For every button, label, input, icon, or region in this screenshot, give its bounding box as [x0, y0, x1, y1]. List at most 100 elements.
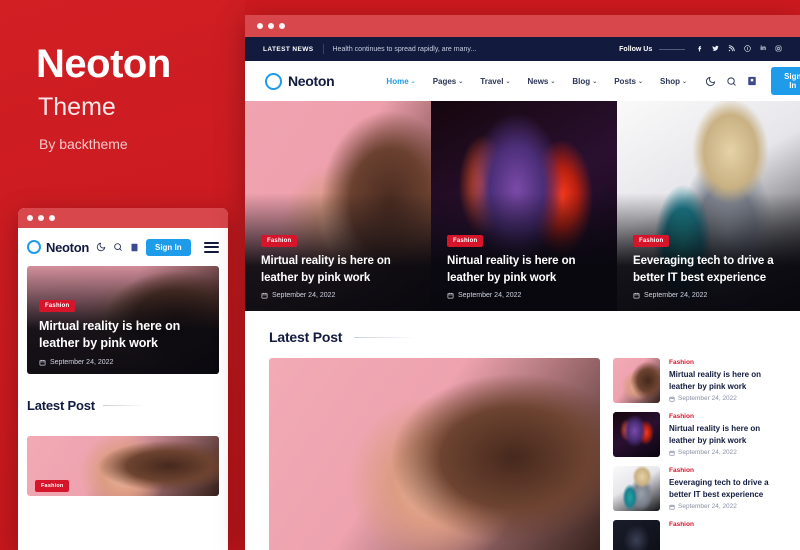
nav-item-posts-label: Posts: [614, 76, 637, 86]
window-dot-maximize[interactable]: [49, 215, 55, 221]
news-ticker-text[interactable]: Health continues to spread rapidly, are …: [333, 46, 477, 53]
topbar-divider: [322, 44, 324, 54]
window-dot-minimize[interactable]: [38, 215, 44, 221]
mobile-latest-tag[interactable]: Fashion: [35, 480, 70, 492]
search-icon[interactable]: [726, 76, 737, 87]
list-item-meta: Fashion Mirtual reality is here on leath…: [669, 358, 780, 402]
window-dot-close[interactable]: [257, 23, 263, 29]
signin-button[interactable]: Sign In: [771, 67, 800, 95]
neoton-ring-icon: [27, 240, 41, 254]
hero-card-2-tag[interactable]: Fashion: [447, 235, 484, 248]
mobile-hero-title[interactable]: Mirtual reality is here on leather by pi…: [39, 318, 209, 354]
list-item-photo: [613, 358, 660, 403]
neoton-ring-icon: [265, 72, 282, 90]
hero-card-3-tag[interactable]: Fashion: [633, 235, 670, 248]
linkedin-icon[interactable]: in: [760, 45, 766, 53]
latest-post-heading: Latest Post: [245, 311, 800, 345]
desktop-logo-text: Neoton: [288, 73, 335, 89]
window-dot-maximize[interactable]: [279, 23, 285, 29]
pinterest-icon[interactable]: [744, 44, 751, 54]
desktop-logo[interactable]: Neoton: [265, 72, 335, 90]
list-item[interactable]: Fashion: [613, 520, 780, 550]
list-item-category[interactable]: Fashion: [669, 521, 780, 528]
nav-item-travel[interactable]: Travel ⌄: [480, 77, 510, 86]
mobile-logo[interactable]: Neoton: [27, 240, 89, 255]
list-item-meta: Fashion: [669, 520, 780, 531]
hero-card-3-body: Fashion Eeveraging tech to drive a bette…: [633, 229, 786, 299]
instagram-icon[interactable]: [775, 45, 782, 54]
list-item-thumbnail: [613, 412, 660, 457]
hero-card-1-tag[interactable]: Fashion: [261, 235, 298, 248]
nav-item-news[interactable]: News ⌄: [527, 77, 555, 86]
latest-post-featured-image[interactable]: [269, 358, 600, 550]
hero-card-1-body: Fashion Mirtual reality is here on leath…: [261, 229, 417, 299]
nav-item-posts[interactable]: Posts ⌄: [614, 77, 643, 86]
featured-photo: [269, 358, 600, 550]
list-item-meta: Fashion Nirtual reality is here on leath…: [669, 412, 780, 456]
promo-title: Neoton: [36, 42, 171, 86]
hero-card-2-date-text: September 24, 2022: [458, 292, 522, 299]
promo-subtitle: Theme: [38, 93, 116, 121]
mobile-latest-thumb[interactable]: Fashion: [27, 436, 219, 496]
bookmark-icon[interactable]: [130, 243, 139, 252]
desktop-navbar: Neoton Home ⌄ Pages ⌄ Travel ⌄ News ⌄ Bl…: [245, 61, 800, 101]
hero-card-2-title[interactable]: Nirtual reality is here on leather by pi…: [447, 253, 603, 286]
window-dot-close[interactable]: [27, 215, 33, 221]
nav-item-pages-label: Pages: [432, 76, 457, 86]
hero-card-1-date: September 24, 2022: [261, 292, 417, 299]
topbar-right: Follow Us in: [619, 44, 782, 54]
rss-icon[interactable]: [728, 44, 735, 54]
dark-mode-icon[interactable]: [96, 242, 106, 252]
list-item[interactable]: Fashion Mirtual reality is here on leath…: [613, 358, 780, 403]
bookmark-icon[interactable]: [747, 76, 757, 86]
hero-card-1[interactable]: Fashion Mirtual reality is here on leath…: [245, 101, 431, 311]
list-item-category[interactable]: Fashion: [669, 359, 780, 366]
nav-item-shop[interactable]: Shop ⌄: [660, 77, 687, 86]
list-item-date-text: September 24, 2022: [678, 503, 737, 511]
dark-mode-icon[interactable]: [705, 76, 716, 87]
hero-card-3-title[interactable]: Eeveraging tech to drive a better IT bes…: [633, 253, 786, 286]
list-item-category[interactable]: Fashion: [669, 413, 780, 420]
list-item-title[interactable]: Mirtual reality is here on leather by pi…: [669, 369, 780, 392]
list-item-date-text: September 24, 2022: [678, 449, 737, 457]
calendar-icon: [261, 292, 268, 299]
list-item-category[interactable]: Fashion: [669, 467, 780, 474]
mobile-signin-button[interactable]: Sign In: [145, 238, 191, 256]
nav-item-home[interactable]: Home ⌄: [386, 77, 415, 86]
mobile-hero-body: Fashion Mirtual reality is here on leath…: [39, 294, 209, 366]
facebook-icon[interactable]: [696, 45, 703, 54]
mobile-logo-text: Neoton: [46, 239, 89, 255]
list-item[interactable]: Fashion Nirtual reality is here on leath…: [613, 412, 780, 457]
list-item[interactable]: Fashion Eeveraging tech to drive a bette…: [613, 466, 780, 511]
hero-card-3[interactable]: Fashion Eeveraging tech to drive a bette…: [617, 101, 800, 311]
window-dot-minimize[interactable]: [268, 23, 274, 29]
list-item-date-text: September 24, 2022: [678, 395, 737, 403]
calendar-icon: [39, 359, 46, 366]
twitter-icon[interactable]: [712, 45, 719, 54]
calendar-icon: [447, 292, 454, 299]
hero-card-1-date-text: September 24, 2022: [272, 292, 336, 299]
hamburger-menu-icon[interactable]: [204, 241, 219, 253]
nav-item-blog[interactable]: Blog ⌄: [572, 77, 597, 86]
nav-item-blog-label: Blog: [572, 76, 591, 86]
search-icon[interactable]: [113, 242, 123, 252]
follow-us-label: Follow Us: [619, 45, 653, 53]
hero-card-1-title[interactable]: Mirtual reality is here on leather by pi…: [261, 253, 417, 286]
list-item-photo: [613, 412, 660, 457]
mobile-navbar: Neoton Sign In: [18, 228, 228, 266]
latest-news-label: LATEST NEWS: [263, 45, 314, 53]
nav-item-shop-label: Shop: [660, 76, 681, 86]
desktop-mockup: LATEST NEWS Health continues to spread r…: [245, 15, 800, 550]
hero-card-2[interactable]: Fashion Nirtual reality is here on leath…: [431, 101, 617, 311]
nav-item-pages[interactable]: Pages ⌄: [433, 77, 464, 86]
list-item-title[interactable]: Eeveraging tech to drive a better IT bes…: [669, 477, 780, 500]
chevron-down-icon: ⌄: [592, 78, 598, 85]
mobile-hero-card[interactable]: Fashion Mirtual reality is here on leath…: [27, 266, 219, 374]
list-item-photo: [613, 466, 660, 511]
latest-post-list: Fashion Mirtual reality is here on leath…: [613, 358, 780, 550]
mobile-hero-tag[interactable]: Fashion: [39, 299, 76, 312]
desktop-window-titlebar: [245, 15, 800, 37]
list-item-title[interactable]: Nirtual reality is here on leather by pi…: [669, 423, 780, 446]
hero-card-3-date: September 24, 2022: [633, 292, 786, 299]
mobile-hero-date-text: September 24, 2022: [50, 359, 114, 366]
